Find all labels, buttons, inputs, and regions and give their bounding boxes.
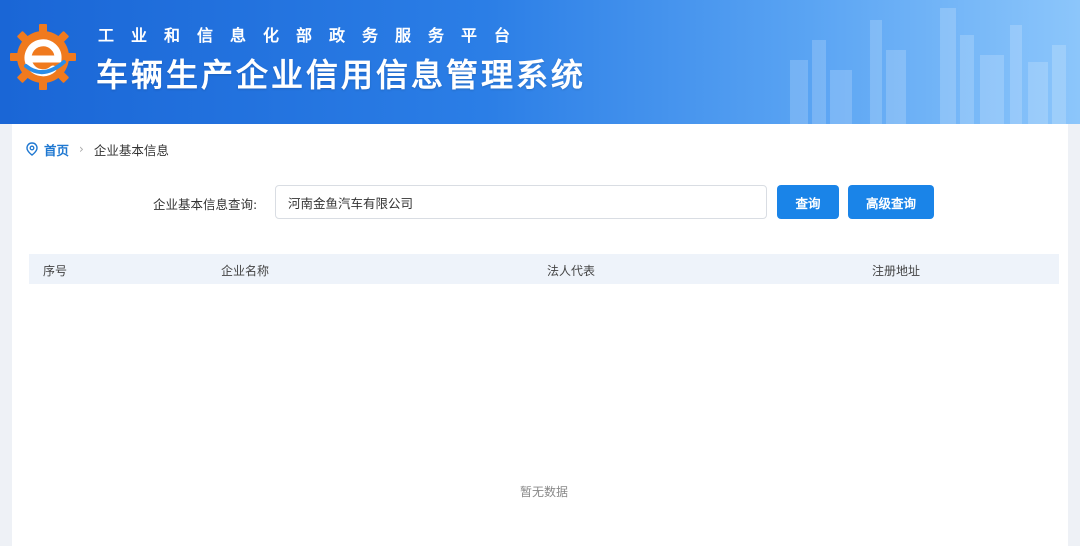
- ministry-logo: [10, 24, 76, 90]
- query-button[interactable]: 查询: [777, 185, 839, 219]
- table-header: 序号 企业名称 法人代表 注册地址: [29, 254, 1059, 284]
- site-header: 工业和信息化部政务服务平台 车辆生产企业信用信息管理系统: [0, 0, 1080, 124]
- search-label: 企业基本信息查询:: [153, 197, 258, 212]
- breadcrumb-current: 企业基本信息: [93, 142, 169, 158]
- platform-name: 工业和信息化部政务服务平台: [98, 26, 528, 45]
- company-search-input[interactable]: [275, 185, 767, 219]
- breadcrumb: 首页 › 企业基本信息: [26, 139, 169, 159]
- column-header-legal-representative: 法人代表: [547, 264, 596, 278]
- location-pin-icon: [26, 142, 38, 156]
- column-header-index: 序号: [43, 264, 68, 278]
- advanced-query-button[interactable]: 高级查询: [848, 185, 934, 219]
- breadcrumb-home-link[interactable]: 首页: [44, 140, 69, 159]
- column-header-registered-address: 注册地址: [872, 264, 921, 278]
- city-skyline-decoration: [790, 8, 1066, 124]
- system-title: 车辆生产企业信用信息管理系统: [96, 56, 587, 94]
- chevron-right-icon: ›: [79, 142, 84, 156]
- empty-state-text: 暂无数据: [519, 485, 568, 499]
- column-header-company-name: 企业名称: [221, 264, 270, 278]
- main-content: 首页 › 企业基本信息 企业基本信息查询: 查询 高级查询 序号 企业名称 法人…: [12, 124, 1068, 546]
- results-table: 序号 企业名称 法人代表 注册地址 暂无数据: [29, 254, 1059, 546]
